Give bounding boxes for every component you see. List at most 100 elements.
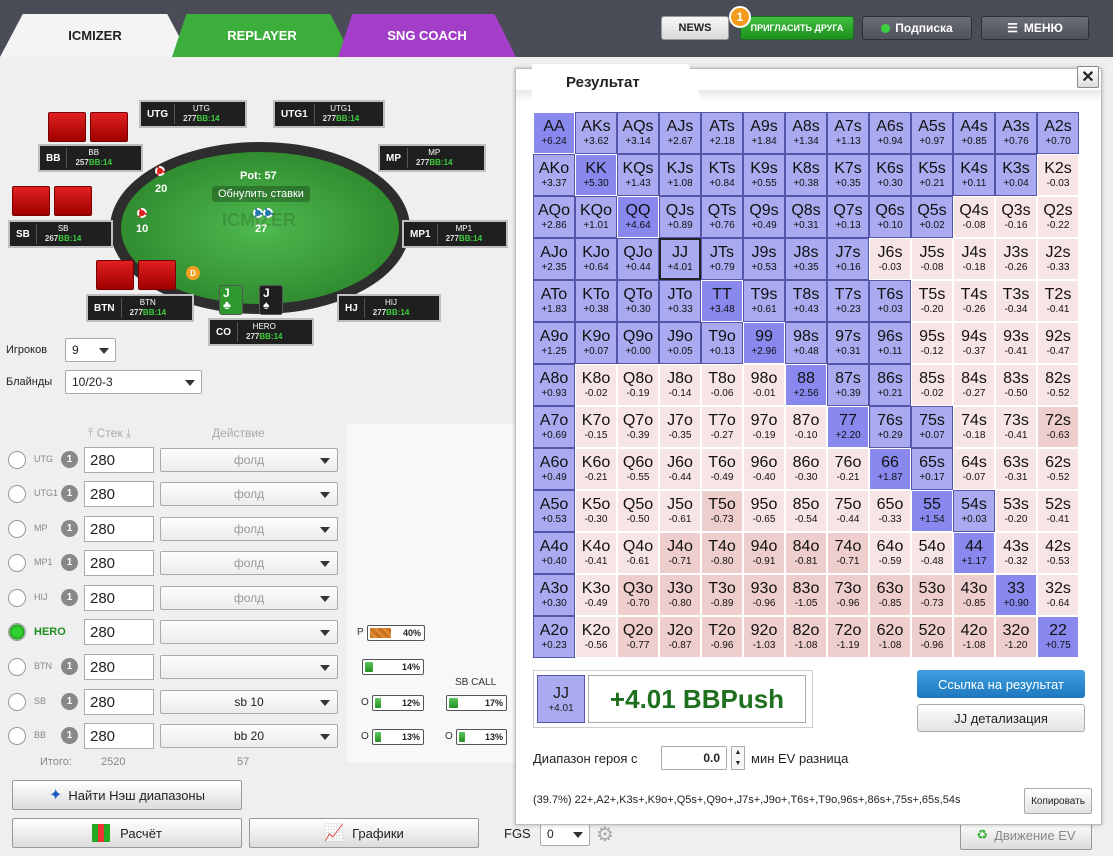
hand-cell[interactable]: K3s +0.04 — [995, 154, 1037, 196]
chevron-down-icon[interactable]: ▼ — [735, 760, 742, 767]
hand-cell[interactable]: 42s -0.53 — [1037, 532, 1079, 574]
hand-cell[interactable]: AA +6.24 — [533, 112, 575, 154]
hand-cell[interactable]: 74s -0.18 — [953, 406, 995, 448]
hand-cell[interactable]: A5o +0.53 — [533, 490, 575, 532]
hand-cell[interactable]: Q9s +0.49 — [743, 196, 785, 238]
hand-cell[interactable]: A9s +1.84 — [743, 112, 785, 154]
seat-btn[interactable]: BTN BTN 277BB:14 — [86, 294, 194, 322]
hand-cell[interactable]: 85o -0.54 — [785, 490, 827, 532]
player-radio[interactable] — [8, 520, 26, 538]
hand-cell[interactable]: KTo +0.38 — [575, 280, 617, 322]
hand-cell[interactable]: A2o +0.23 — [533, 616, 575, 658]
hand-cell[interactable]: T2o -0.96 — [701, 616, 743, 658]
stack-input[interactable]: 280 — [84, 689, 154, 715]
hand-cell[interactable]: 96o -0.40 — [743, 448, 785, 490]
close-icon[interactable]: ✕ — [1077, 66, 1099, 88]
hand-cell[interactable]: 53s -0.20 — [995, 490, 1037, 532]
player-count-badge[interactable]: 1 — [61, 658, 78, 675]
hand-cell[interactable]: J7s +0.16 — [827, 238, 869, 280]
hand-cell[interactable]: 86o -0.30 — [785, 448, 827, 490]
hand-cell[interactable]: J6s -0.03 — [869, 238, 911, 280]
hand-cell[interactable]: Q7o -0.39 — [617, 406, 659, 448]
stack-input[interactable]: 280 — [84, 585, 154, 611]
player-count-badge[interactable]: 1 — [61, 554, 78, 571]
hand-cell[interactable]: 95s -0.12 — [911, 322, 953, 364]
hand-cell[interactable]: 95o -0.65 — [743, 490, 785, 532]
hand-cell[interactable]: 54s +0.03 — [953, 490, 995, 532]
player-radio[interactable] — [8, 451, 26, 469]
hand-cell[interactable]: Q8s +0.31 — [785, 196, 827, 238]
hand-cell[interactable]: A6s +0.94 — [869, 112, 911, 154]
hand-cell[interactable]: T6o -0.49 — [701, 448, 743, 490]
hand-cell[interactable]: 64o -0.59 — [869, 532, 911, 574]
hand-cell[interactable]: 65o -0.33 — [869, 490, 911, 532]
seat-hj[interactable]: HJ HIJ 277BB:14 — [337, 294, 441, 322]
hand-cell[interactable]: K6o -0.21 — [575, 448, 617, 490]
calculate-button[interactable]: Расчёт — [12, 818, 242, 848]
hand-cell[interactable]: 93o -0.96 — [743, 574, 785, 616]
hand-cell[interactable]: 22 +0.75 — [1037, 616, 1079, 658]
hand-cell[interactable]: Q6o -0.55 — [617, 448, 659, 490]
hand-cell[interactable]: JTs +0.79 — [701, 238, 743, 280]
hand-cell[interactable]: ATo +1.83 — [533, 280, 575, 322]
hand-cell[interactable]: 64s -0.07 — [953, 448, 995, 490]
hand-cell[interactable]: 52o -0.96 — [911, 616, 953, 658]
player-radio[interactable] — [8, 727, 26, 745]
hand-cell[interactable]: 94s -0.37 — [953, 322, 995, 364]
hand-cell[interactable]: JJ +4.01 — [659, 238, 701, 280]
seat-sb[interactable]: SB SB 267BB:14 — [8, 220, 113, 248]
hand-cell[interactable]: ATs +2.18 — [701, 112, 743, 154]
hand-detail-button[interactable]: JJ детализация — [917, 704, 1085, 732]
hand-cell[interactable]: 93s -0.41 — [995, 322, 1037, 364]
player-radio[interactable] — [8, 693, 26, 711]
hand-cell[interactable]: A6o +0.49 — [533, 448, 575, 490]
hand-cell[interactable]: A7o +0.69 — [533, 406, 575, 448]
hand-cell[interactable]: 92o -1.03 — [743, 616, 785, 658]
hand-cell[interactable]: 75s +0.07 — [911, 406, 953, 448]
hand-cell[interactable]: 96s +0.11 — [869, 322, 911, 364]
hand-cell[interactable]: K2s -0.03 — [1037, 154, 1079, 196]
hand-cell[interactable]: K4o -0.41 — [575, 532, 617, 574]
hand-cell[interactable]: 87o -0.10 — [785, 406, 827, 448]
action-select[interactable]: фолд — [160, 517, 338, 541]
hand-cell[interactable]: 43s -0.32 — [995, 532, 1037, 574]
hand-cell[interactable]: J5o -0.61 — [659, 490, 701, 532]
players-select[interactable]: 9 — [65, 338, 116, 362]
player-count-badge[interactable]: 1 — [61, 693, 78, 710]
hand-cell[interactable]: T4s -0.26 — [953, 280, 995, 322]
action-select[interactable]: sb 10 — [160, 690, 338, 714]
hand-cell[interactable]: KK +5.30 — [575, 154, 617, 196]
hand-cell[interactable]: Q5o -0.50 — [617, 490, 659, 532]
hand-cell[interactable]: 87s +0.39 — [827, 364, 869, 406]
stack-input[interactable]: 280 — [84, 550, 154, 576]
hand-cell[interactable]: 83s -0.50 — [995, 364, 1037, 406]
min-ev-input[interactable]: 0.0 — [661, 746, 727, 770]
hand-cell[interactable]: AKs +3.62 — [575, 112, 617, 154]
hand-cell[interactable]: K7s +0.35 — [827, 154, 869, 196]
hand-cell[interactable]: AQo +2.86 — [533, 196, 575, 238]
hand-cell[interactable]: JTo +0.33 — [659, 280, 701, 322]
hand-cell[interactable]: A8o +0.93 — [533, 364, 575, 406]
hand-cell[interactable]: 82s -0.52 — [1037, 364, 1079, 406]
hand-cell[interactable]: Q2o -0.77 — [617, 616, 659, 658]
hand-cell[interactable]: 74o -0.71 — [827, 532, 869, 574]
player-radio[interactable] — [8, 623, 26, 641]
hand-cell[interactable]: K9o +0.07 — [575, 322, 617, 364]
hand-cell[interactable]: T2s -0.41 — [1037, 280, 1079, 322]
hand-cell[interactable]: A4s +0.85 — [953, 112, 995, 154]
hand-cell[interactable]: 63s -0.31 — [995, 448, 1037, 490]
copy-button[interactable]: Копировать — [1024, 788, 1092, 814]
seat-bb[interactable]: BB BB 257BB:14 — [38, 144, 143, 172]
hand-cell[interactable]: 32s -0.64 — [1037, 574, 1079, 616]
hand-cell[interactable]: 88 +2.56 — [785, 364, 827, 406]
hand-cell[interactable]: K5o -0.30 — [575, 490, 617, 532]
hand-cell[interactable]: 33 +0.90 — [995, 574, 1037, 616]
hand-cell[interactable]: J8s +0.35 — [785, 238, 827, 280]
hand-cell[interactable]: 42o -1.08 — [953, 616, 995, 658]
hand-cell[interactable]: 75o -0.44 — [827, 490, 869, 532]
hand-cell[interactable]: J8o -0.14 — [659, 364, 701, 406]
hand-cell[interactable]: J3s -0.26 — [995, 238, 1037, 280]
hand-cell[interactable]: J7o -0.35 — [659, 406, 701, 448]
hand-cell[interactable]: 66 +1.87 — [869, 448, 911, 490]
seat-hero[interactable]: CO HERO 277BB:14 — [208, 318, 314, 346]
